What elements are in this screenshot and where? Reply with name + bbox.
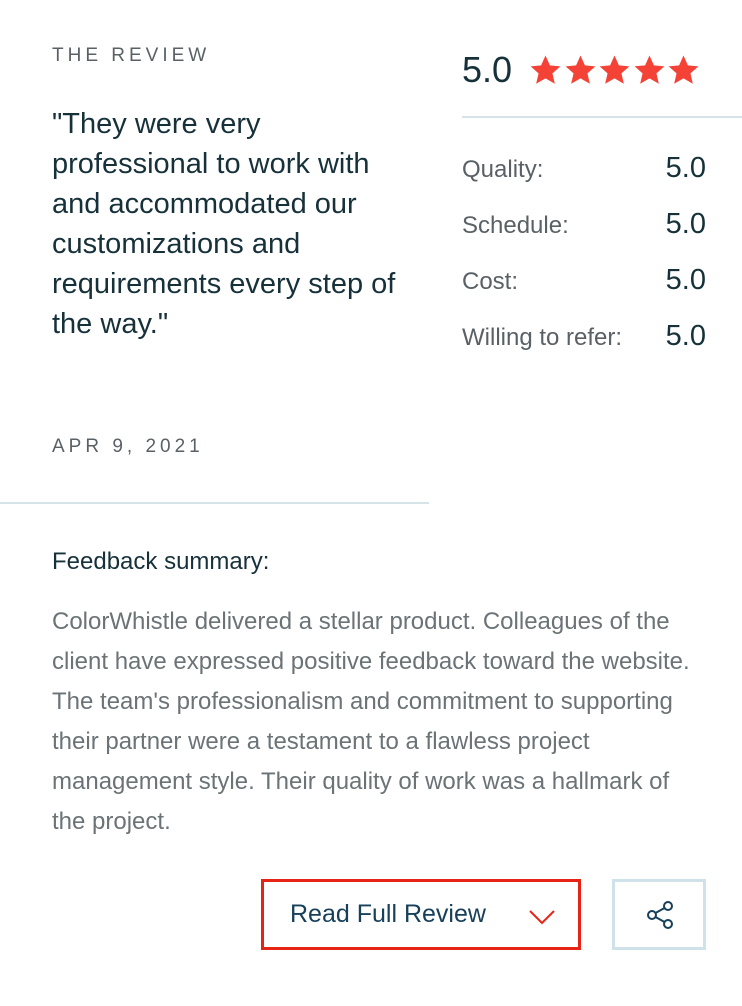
rating-value: 5.0 xyxy=(665,264,706,296)
star-icon xyxy=(599,55,630,84)
rating-label: Cost: xyxy=(462,268,519,295)
rating-value: 5.0 xyxy=(665,320,706,352)
rating-row-schedule: Schedule: 5.0 xyxy=(462,204,712,244)
feedback-summary: ColorWhistle delivered a stellar product… xyxy=(52,608,690,835)
rating-row-willing-to-refer: Willing to refer: 5.0 xyxy=(462,316,712,356)
rating-label: Schedule: xyxy=(462,212,569,239)
rating-value: 5.0 xyxy=(665,208,706,240)
chevron-down-icon xyxy=(529,910,555,925)
read-full-review-button[interactable]: Read Full Review xyxy=(261,879,581,950)
overall-rating: 5.0 xyxy=(462,48,701,92)
review-quote: "They were very professional to work wit… xyxy=(52,108,396,340)
review-date: APR 9, 2021 xyxy=(52,436,204,457)
review-card: THE REVIEW "They were very professional … xyxy=(0,0,742,1006)
rating-row-cost: Cost: 5.0 xyxy=(462,260,712,300)
star-icon xyxy=(634,55,664,84)
star-icon xyxy=(565,55,595,84)
star-icon xyxy=(668,55,699,84)
read-full-review-label: Read Full Review xyxy=(290,900,486,928)
share-button[interactable] xyxy=(612,879,706,950)
star-icon xyxy=(530,55,561,84)
rating-divider xyxy=(462,116,742,118)
rating-row-quality: Quality: 5.0 xyxy=(462,148,712,188)
rating-label: Quality: xyxy=(462,156,544,183)
section-label: THE REVIEW xyxy=(52,45,211,66)
feedback-heading: Feedback summary: xyxy=(52,548,270,575)
section-divider xyxy=(0,502,429,504)
overall-score: 5.0 xyxy=(462,49,513,90)
rating-label: Willing to refer: xyxy=(462,324,623,351)
star-rating xyxy=(528,53,701,87)
rating-value: 5.0 xyxy=(665,152,706,184)
share-icon xyxy=(647,901,673,929)
